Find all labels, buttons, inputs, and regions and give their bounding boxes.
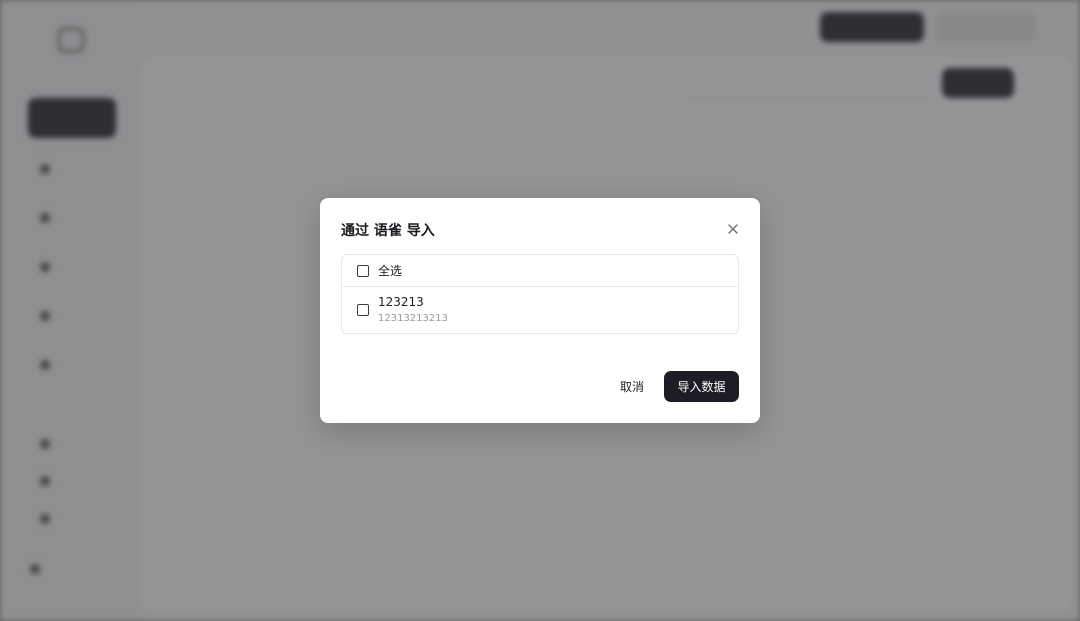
import-data-button[interactable]: 导入数据 [664,371,739,402]
import-dialog: 通过 语雀 导入 全选 123213 12313213213 取消 导入数据 [320,198,760,423]
import-list: 全选 123213 12313213213 [341,254,739,334]
select-all-checkbox[interactable] [357,264,369,277]
select-all-label: 全选 [378,264,403,278]
select-all-row[interactable]: 全选 [342,255,738,287]
item-title: 123213 [378,295,424,309]
dialog-title: 通过 语雀 导入 [341,223,435,239]
close-icon [728,224,738,234]
list-item[interactable]: 123213 12313213213 [342,287,738,333]
item-subtitle: 12313213213 [378,313,448,324]
cancel-button[interactable]: 取消 [610,372,654,400]
item-checkbox[interactable] [357,304,369,316]
close-button[interactable] [724,220,742,238]
